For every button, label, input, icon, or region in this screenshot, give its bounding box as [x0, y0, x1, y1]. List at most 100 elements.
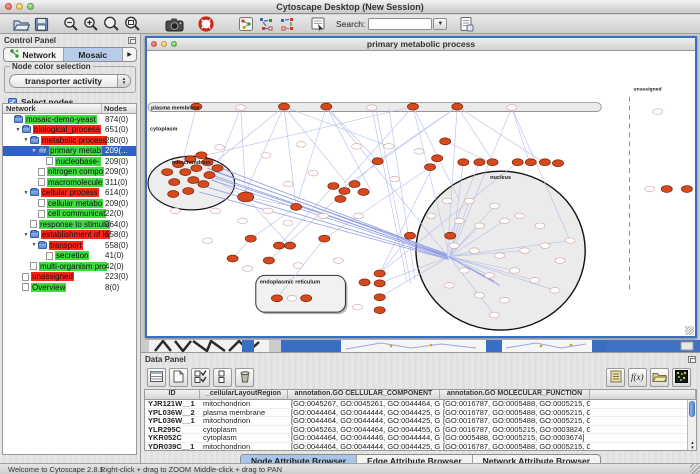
gene-node[interactable]	[432, 155, 443, 162]
gene-node-small[interactable]	[495, 253, 505, 259]
tree-item-mosaic-demo-yeast[interactable]: mosaic-demo-yeast874(0)	[3, 114, 136, 125]
tree-item-metabolic-process[interactable]: ▼metabolic process280(0)	[3, 135, 136, 146]
expander-icon[interactable]: ▼	[22, 190, 30, 196]
gene-node-small[interactable]	[555, 258, 565, 264]
gene-node-small[interactable]	[507, 105, 517, 111]
matrix-button[interactable]	[672, 368, 691, 387]
gene-node[interactable]	[458, 159, 469, 166]
gene-node-small[interactable]	[500, 218, 510, 224]
gene-node-small[interactable]	[469, 248, 479, 254]
gene-node-small[interactable]	[214, 145, 224, 151]
tree-item-response-to-stimulu[interactable]: response to stimulu264(0)	[3, 219, 136, 230]
gene-node-small[interactable]	[308, 170, 318, 176]
gene-node[interactable]	[440, 138, 451, 145]
tree-item-secretion[interactable]: secretion41(0)	[3, 251, 136, 262]
gene-node-small[interactable]	[293, 263, 303, 269]
gene-node-small[interactable]	[283, 220, 293, 226]
gene-node-small[interactable]	[454, 218, 464, 224]
gene-node-small[interactable]	[444, 283, 454, 289]
zoom-out-button[interactable]	[61, 16, 81, 33]
gene-node[interactable]	[212, 165, 223, 172]
gene-node[interactable]	[238, 192, 254, 202]
function-builder-button[interactable]: f(x)	[628, 368, 647, 387]
gene-node-small[interactable]	[238, 218, 248, 224]
import-attributes-button[interactable]	[650, 368, 669, 387]
gene-node[interactable]	[372, 158, 383, 165]
tree-item-primary-metab[interactable]: ▼primary metab209(...	[3, 146, 136, 157]
window-resize-grip[interactable]	[690, 464, 700, 474]
network-canvas[interactable]: plasma membranecytoplasmmitochondrionnuc…	[147, 51, 695, 336]
gene-node-small[interactable]	[236, 105, 246, 111]
table-mode-button[interactable]	[147, 368, 166, 387]
gene-node-small[interactable]	[170, 208, 180, 214]
gene-node[interactable]	[681, 186, 692, 193]
select-attributes-button[interactable]	[191, 368, 210, 387]
attribute-editor-button[interactable]	[606, 368, 625, 387]
layout-one-button[interactable]	[256, 16, 277, 33]
tree-item-overview[interactable]: Overview8(0)	[3, 282, 136, 293]
network-frame-titlebar[interactable]: primary metabolic process	[147, 38, 695, 51]
gene-node-small[interactable]	[565, 238, 575, 244]
gene-node-small[interactable]	[645, 186, 655, 192]
gene-node[interactable]	[335, 195, 346, 202]
zoom-in-button[interactable]	[81, 16, 101, 33]
tree-item-multi-organism-pro[interactable]: multi-organism pro42(0)	[3, 261, 136, 272]
gene-node-small[interactable]	[464, 198, 474, 204]
table-row[interactable]: YDR039C__1mitochondrion[GO:0044464, GO:0…	[145, 443, 696, 452]
tree-item-cell-communicat[interactable]: cell communicat22(0)	[3, 209, 136, 220]
gene-node-small[interactable]	[263, 208, 273, 214]
tree-item-biological-process[interactable]: ▼biological_process651(0)	[3, 125, 136, 136]
tree-header-nodes[interactable]: Nodes	[102, 104, 136, 113]
float-panel-icon[interactable]	[128, 37, 136, 44]
gene-node-small[interactable]	[535, 223, 545, 229]
gene-node[interactable]	[487, 159, 498, 166]
gene-node[interactable]	[374, 307, 385, 314]
gene-node[interactable]	[263, 257, 274, 264]
gene-node-small[interactable]	[459, 268, 469, 274]
frame-resize-grip[interactable]	[685, 326, 694, 335]
gene-node[interactable]	[196, 152, 207, 159]
tree-item-macromolecule[interactable]: macromolecule311(0)	[3, 177, 136, 188]
gene-node[interactable]	[301, 295, 312, 302]
gene-node[interactable]	[359, 279, 370, 286]
tree-item-cellular-metabo[interactable]: cellular metabo209(0)	[3, 198, 136, 209]
tab-network[interactable]: Network	[4, 48, 64, 61]
gene-node-small[interactable]	[261, 152, 271, 158]
gene-node-small[interactable]	[510, 268, 520, 274]
new-attribute-button[interactable]	[169, 368, 188, 387]
gene-node-small[interactable]	[296, 142, 306, 148]
help-button[interactable]	[196, 16, 216, 33]
gene-node-small[interactable]	[243, 266, 253, 272]
gene-node-small[interactable]	[550, 288, 560, 294]
unselect-attributes-button[interactable]	[213, 368, 232, 387]
gene-node[interactable]	[339, 188, 350, 195]
gene-node[interactable]	[374, 280, 385, 287]
gene-node-small[interactable]	[287, 295, 297, 301]
gene-node-small[interactable]	[449, 243, 459, 249]
gene-node[interactable]	[445, 232, 456, 239]
search-dropdown-icon[interactable]: ▼	[433, 18, 447, 30]
attribute-page-button[interactable]	[457, 16, 476, 33]
scrollbar-arrows-icon[interactable]: ▲▼	[688, 440, 697, 450]
expander-icon[interactable]: ▼	[22, 137, 30, 143]
expander-icon[interactable]: ▼	[22, 232, 30, 238]
gene-node[interactable]	[374, 270, 385, 277]
gene-node[interactable]	[661, 186, 672, 193]
overview-button[interactable]	[236, 16, 256, 33]
gene-node-small[interactable]	[414, 149, 424, 155]
gene-node[interactable]	[183, 188, 194, 195]
expander-icon[interactable]: ▼	[30, 148, 38, 154]
gene-node[interactable]	[285, 242, 296, 249]
gene-node[interactable]	[291, 203, 302, 210]
layout-two-button[interactable]	[277, 16, 298, 33]
tree-item-cellular-process[interactable]: ▼cellular process614(0)	[3, 188, 136, 199]
gene-node-small[interactable]	[484, 273, 494, 279]
gene-node[interactable]	[198, 181, 209, 188]
gene-node[interactable]	[321, 103, 332, 110]
zoom-selected-button[interactable]	[122, 16, 143, 33]
gene-node[interactable]	[474, 159, 485, 166]
table-scrollbar[interactable]: ▲▼	[687, 400, 696, 450]
node-color-dropdown[interactable]: transporter activity ▲▼	[9, 74, 131, 88]
tab-mosaic[interactable]: Mosaic	[64, 48, 124, 61]
gene-node-small[interactable]	[210, 208, 220, 214]
